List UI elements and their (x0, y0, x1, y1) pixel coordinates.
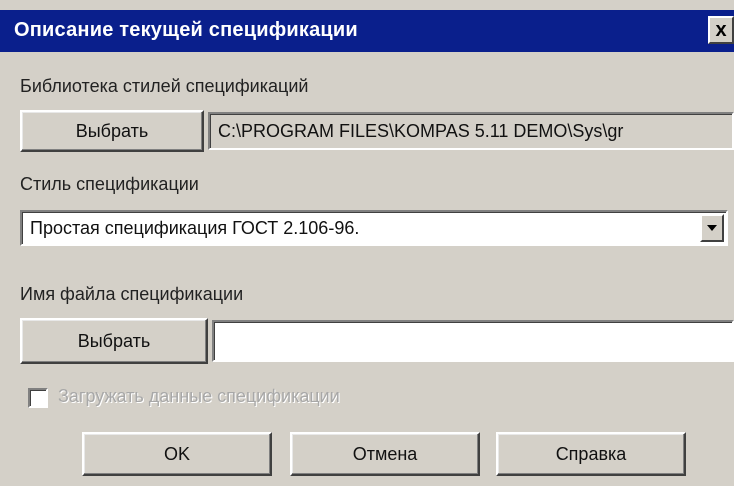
close-button[interactable]: x (708, 16, 734, 44)
ok-button[interactable]: OK (82, 432, 272, 476)
title-bar: Описание текущей спецификации x (0, 10, 734, 52)
close-icon: x (715, 19, 727, 41)
help-button[interactable]: Справка (496, 432, 686, 476)
library-path-field: C:\PROGRAM FILES\KOMPAS 5.11 DEMO\Sys\gr (208, 112, 734, 150)
load-data-label: Загружать данные спецификации (58, 386, 340, 406)
library-label: Библиотека стилей спецификаций (20, 76, 309, 96)
dropdown-toggle[interactable] (700, 214, 724, 242)
style-select[interactable]: Простая спецификация ГОСТ 2.106-96. (20, 210, 728, 246)
file-name-label: Имя файла спецификации (20, 284, 244, 304)
file-select-button-label: Выбрать (77, 330, 151, 351)
file-select-button[interactable]: Выбрать (20, 318, 208, 364)
spec-description-dialog: Описание текущей спецификации x Библиоте… (0, 0, 734, 486)
style-selected-value: Простая спецификация ГОСТ 2.106-96. (30, 217, 360, 238)
file-name-input[interactable] (212, 320, 734, 362)
ok-button-label: OK (163, 443, 190, 464)
help-button-label: Справка (555, 443, 627, 464)
window-title: Описание текущей спецификации (14, 19, 358, 41)
chevron-down-icon (707, 225, 717, 231)
cancel-button-label: Отмена (352, 443, 418, 464)
load-data-checkbox[interactable] (28, 388, 48, 408)
library-select-button-label: Выбрать (75, 120, 149, 141)
library-path-value: C:\PROGRAM FILES\KOMPAS 5.11 DEMO\Sys\gr (218, 120, 624, 141)
library-select-button[interactable]: Выбрать (20, 110, 204, 152)
cancel-button[interactable]: Отмена (290, 432, 480, 476)
style-label: Стиль спецификации (20, 174, 199, 194)
